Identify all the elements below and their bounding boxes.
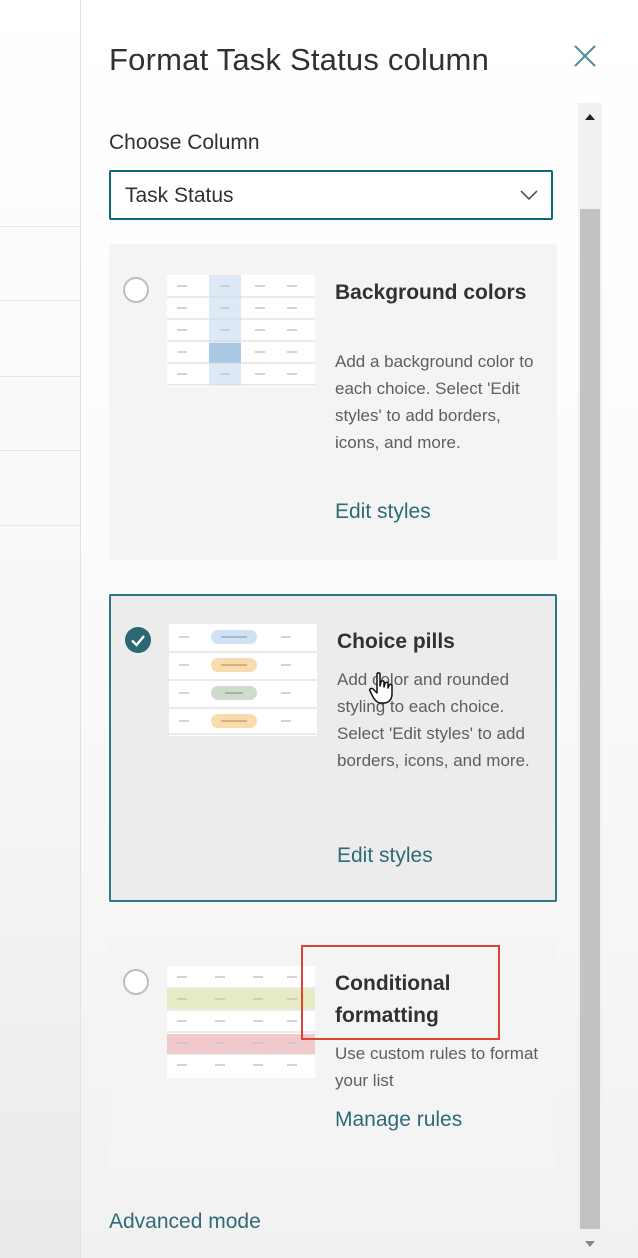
list-row-divider (0, 376, 80, 377)
option-card-background-colors[interactable]: Background colors Add a background color… (109, 244, 557, 560)
card-description: Add color and rounded styling to each ch… (337, 670, 530, 770)
list-row-divider (0, 300, 80, 301)
radio-background-colors[interactable] (123, 277, 149, 303)
manage-rules-link[interactable]: Manage rules (335, 1108, 462, 1132)
choose-column-label: Choose Column (109, 131, 260, 154)
card-title: Background colors (335, 281, 527, 304)
close-button[interactable] (569, 40, 601, 72)
format-column-panel: Format Task Status column Choose Column … (81, 0, 638, 1258)
radio-choice-pills[interactable] (125, 627, 151, 653)
scroll-down-arrow-icon[interactable] (578, 1236, 602, 1252)
close-icon (574, 45, 596, 67)
hand-pointer-cursor-icon (369, 672, 393, 704)
card-title: Choice pills (337, 630, 455, 653)
option-card-choice-pills[interactable]: Choice pills Add color and rounded styli… (109, 594, 557, 902)
dropdown-selected-value: Task Status (125, 184, 234, 207)
background-colors-preview (167, 275, 315, 387)
background-list (0, 0, 80, 1258)
edit-styles-link[interactable]: Edit styles (335, 500, 431, 524)
card-description: Add a background color to each choice. S… (335, 352, 534, 452)
list-row-divider (0, 450, 80, 451)
highlight-annotation-box (301, 945, 500, 1040)
chevron-down-icon (520, 190, 538, 201)
list-row-divider (0, 226, 80, 227)
scrollbar-thumb[interactable] (580, 209, 600, 1229)
conditional-formatting-preview (167, 966, 315, 1078)
edit-styles-link[interactable]: Edit styles (337, 844, 433, 868)
scroll-up-arrow-icon[interactable] (578, 109, 602, 125)
panel-title: Format Task Status column (109, 42, 490, 77)
list-row-divider (0, 525, 80, 526)
card-description: Use custom rules to format your list (335, 1044, 539, 1090)
choice-pills-preview (169, 624, 317, 736)
checkmark-icon (131, 635, 145, 647)
choose-column-dropdown[interactable]: Task Status (109, 170, 553, 220)
radio-conditional-formatting[interactable] (123, 969, 149, 995)
scrollbar[interactable] (578, 103, 602, 1258)
advanced-mode-link[interactable]: Advanced mode (109, 1210, 261, 1234)
